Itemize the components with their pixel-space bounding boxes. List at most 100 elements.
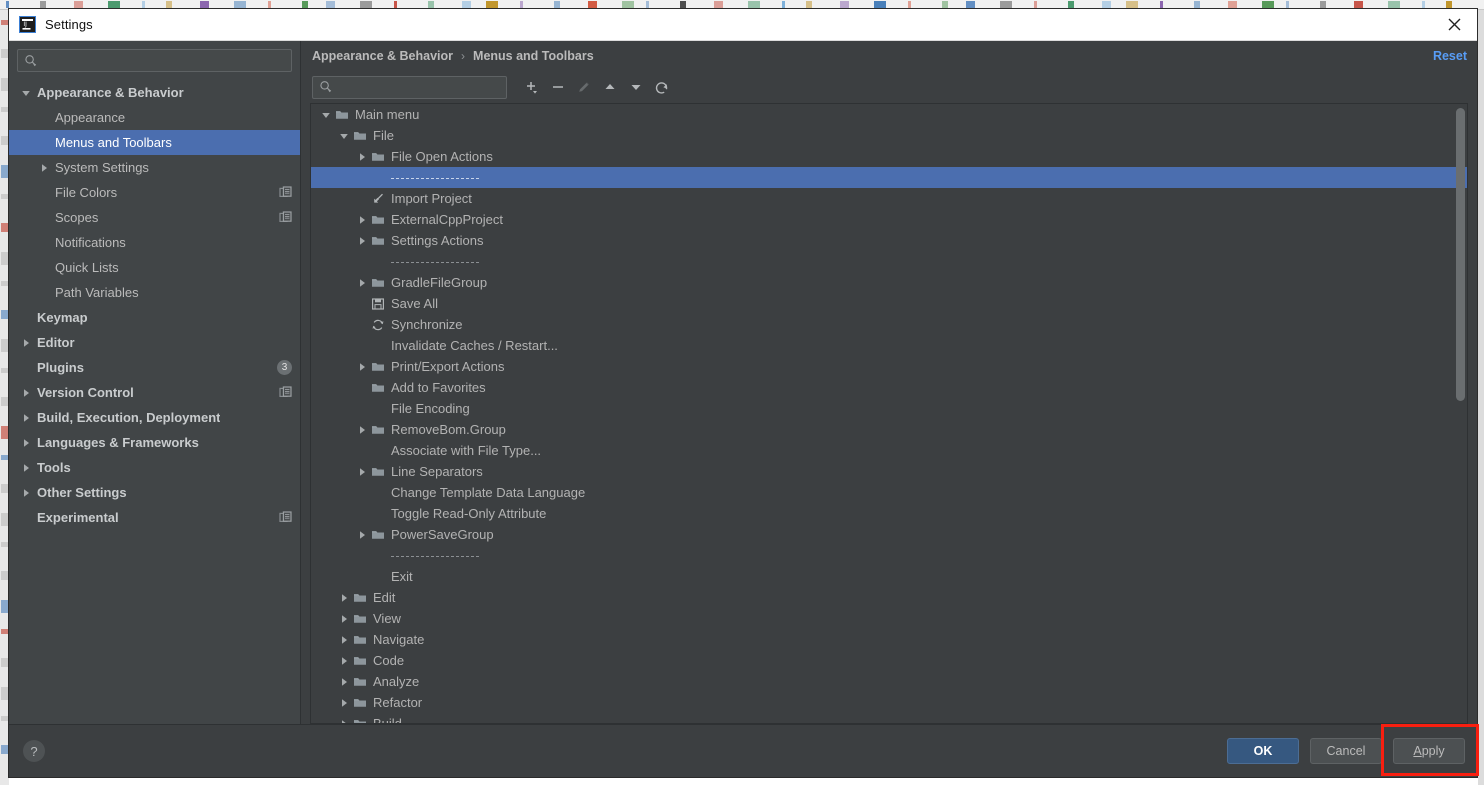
tree-row-print-export-actions[interactable]: Print/Export Actions [311,356,1467,377]
chevron-down-icon[interactable] [317,110,335,120]
tree-row-change-template-data-language[interactable]: Change Template Data Language [311,482,1467,503]
sidebar-item-tools[interactable]: Tools [9,455,300,480]
chevron-right-icon[interactable] [19,413,32,423]
chevron-right-icon[interactable] [335,635,353,645]
tree-row-synchronize[interactable]: Synchronize [311,314,1467,335]
tree-row-file-encoding[interactable]: File Encoding [311,398,1467,419]
tree-row-save-all[interactable]: Save All [311,293,1467,314]
tree-row-label: GradleFileGroup [391,275,488,290]
sidebar-item-appearance[interactable]: Appearance [9,105,300,130]
chevron-right-icon[interactable] [353,425,371,435]
apply-label-rest: pply [1421,744,1445,758]
chevron-right-icon[interactable] [335,677,353,687]
sidebar-item-keymap[interactable]: Keymap [9,305,300,330]
sidebar-item-version-control[interactable]: Version Control [9,380,300,405]
edit-button[interactable] [571,74,597,100]
folder-icon [353,633,373,647]
tree-row-navigate[interactable]: Navigate [311,629,1467,650]
tree-row-separator[interactable] [311,251,1467,272]
tree-row-refactor[interactable]: Refactor [311,692,1467,713]
tree-row-gradlefilegroup[interactable]: GradleFileGroup [311,272,1467,293]
chevron-right-icon[interactable] [335,614,353,624]
folder-icon [371,423,391,437]
tree-row-code[interactable]: Code [311,650,1467,671]
sidebar-item-quick-lists[interactable]: Quick Lists [9,255,300,280]
tree-row-label: File [373,128,394,143]
ok-button[interactable]: OK [1227,738,1299,764]
sidebar-item-path-variables[interactable]: Path Variables [9,280,300,305]
tree-row-removebom-group[interactable]: RemoveBom.Group [311,419,1467,440]
chevron-right-icon[interactable] [335,698,353,708]
tree-search-input[interactable] [337,77,500,97]
tree-row-analyze[interactable]: Analyze [311,671,1467,692]
breadcrumb-parent[interactable]: Appearance & Behavior [312,49,453,63]
tree-vertical-scrollbar[interactable] [1456,108,1465,401]
remove-button[interactable] [545,74,571,100]
sidebar-search-box[interactable] [17,49,292,72]
chevron-right-icon[interactable] [19,438,32,448]
tree-row-toggle-read-only-attribute[interactable]: Toggle Read-Only Attribute [311,503,1467,524]
chevron-right-icon[interactable] [353,215,371,225]
chevron-right-icon[interactable] [19,338,32,348]
chevron-right-icon[interactable] [353,278,371,288]
tree-row-main-menu[interactable]: Main menu [311,104,1467,125]
folder-icon [353,717,373,723]
chevron-right-icon[interactable] [353,152,371,162]
sidebar-item-plugins[interactable]: Plugins 3 [9,355,300,380]
sidebar-item-appearance-behavior[interactable]: Appearance & Behavior [9,80,300,105]
sidebar-search-input[interactable] [42,51,285,70]
reset-link[interactable]: Reset [1433,49,1467,63]
sidebar-item-notifications[interactable]: Notifications [9,230,300,255]
tree-row-separator[interactable] [311,545,1467,566]
tree-row-file-open-actions[interactable]: File Open Actions [311,146,1467,167]
tree-row-externalcppproject[interactable]: ExternalCppProject [311,209,1467,230]
tree-row-powersavegroup[interactable]: PowerSaveGroup [311,524,1467,545]
chevron-right-icon[interactable] [353,236,371,246]
chevron-right-icon[interactable] [19,488,32,498]
help-button[interactable]: ? [23,740,45,762]
sidebar-item-editor[interactable]: Editor [9,330,300,355]
chevron-right-icon[interactable] [353,467,371,477]
breadcrumb-separator-icon: › [461,49,466,63]
sidebar-item-build-execution-deployment[interactable]: Build, Execution, Deployment [9,405,300,430]
chevron-right-icon[interactable] [335,593,353,603]
tree-row-settings-actions[interactable]: Settings Actions [311,230,1467,251]
move-up-button[interactable] [597,74,623,100]
tree-row-file[interactable]: File [311,125,1467,146]
tree-row-separator[interactable] [311,167,1467,188]
close-icon[interactable] [1437,11,1471,39]
chevron-right-icon[interactable] [335,719,353,723]
chevron-right-icon[interactable] [353,530,371,540]
add-button[interactable] [519,74,545,100]
chevron-right-icon[interactable] [37,163,50,173]
chevron-right-icon[interactable] [19,463,32,473]
chevron-right-icon[interactable] [19,388,32,398]
tree-row-add-to-favorites[interactable]: Add to Favorites [311,377,1467,398]
cancel-button[interactable]: Cancel [1310,738,1382,764]
tree-row-invalidate-caches-restart[interactable]: Invalidate Caches / Restart... [311,335,1467,356]
apply-button[interactable]: Apply [1393,738,1465,764]
tree-row-line-separators[interactable]: Line Separators [311,461,1467,482]
tree-row-exit[interactable]: Exit [311,566,1467,587]
chevron-right-icon[interactable] [353,362,371,372]
sidebar-item-file-colors[interactable]: File Colors [9,180,300,205]
chevron-down-icon[interactable] [19,88,32,98]
sidebar-item-system-settings[interactable]: System Settings [9,155,300,180]
move-down-button[interactable] [623,74,649,100]
badge-count: 3 [277,360,292,375]
menu-tree[interactable]: Main menu File File Open Actions Import Pro… [311,104,1467,723]
tree-row-associate-with-file-type[interactable]: Associate with File Type... [311,440,1467,461]
sidebar-item-languages-frameworks[interactable]: Languages & Frameworks [9,430,300,455]
tree-row-build[interactable]: Build [311,713,1467,723]
chevron-right-icon[interactable] [335,656,353,666]
sidebar-item-menus-and-toolbars[interactable]: Menus and Toolbars [9,130,300,155]
tree-search-box[interactable] [312,75,507,99]
tree-row-view[interactable]: View [311,608,1467,629]
restore-button[interactable] [649,74,675,100]
sidebar-item-scopes[interactable]: Scopes [9,205,300,230]
tree-row-edit[interactable]: Edit [311,587,1467,608]
sidebar-item-other-settings[interactable]: Other Settings [9,480,300,505]
sidebar-item-experimental[interactable]: Experimental [9,505,300,530]
tree-row-import-project[interactable]: Import Project [311,188,1467,209]
chevron-down-icon[interactable] [335,131,353,141]
